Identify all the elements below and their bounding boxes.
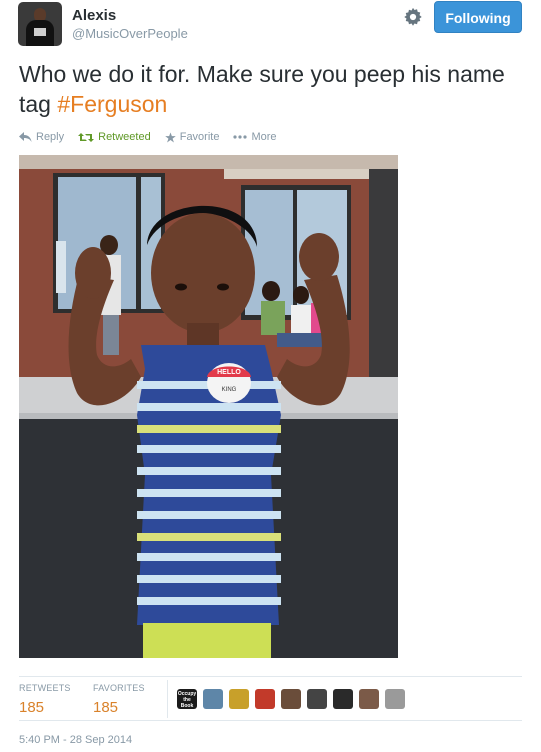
stats-separator	[167, 680, 168, 718]
retweeter-avatar[interactable]	[281, 689, 301, 709]
retweeter-avatars: Occupy the Book	[177, 689, 411, 709]
retweeter-avatar[interactable]	[385, 689, 405, 709]
gear-icon[interactable]	[402, 6, 424, 28]
retweets-label: RETWEETS	[19, 683, 71, 693]
divider-top	[19, 676, 522, 677]
retweet-icon	[78, 132, 95, 142]
star-icon	[164, 131, 176, 143]
retweeter-avatar[interactable]	[229, 689, 249, 709]
user-name[interactable]: Alexis	[72, 7, 116, 24]
retweeter-avatar[interactable]	[333, 689, 353, 709]
retweeter-avatar[interactable]: Occupy the Book	[177, 689, 197, 709]
retweeter-avatar[interactable]	[255, 689, 275, 709]
name-tag-hello: HELLO	[217, 369, 241, 376]
avatar[interactable]	[18, 2, 62, 46]
tweet-timestamp[interactable]: 5:40 PM - 28 Sep 2014	[19, 734, 132, 746]
favorite-action[interactable]: Favorite	[164, 131, 220, 143]
tweet-photo[interactable]: HELLO KING	[19, 155, 398, 658]
retweets-stat[interactable]: RETWEETS 185	[19, 683, 71, 716]
favorites-count: 185	[93, 699, 119, 716]
retweeter-avatar[interactable]	[203, 689, 223, 709]
favorites-stat[interactable]: FAVORITES 185	[93, 683, 145, 716]
favorite-label: Favorite	[179, 131, 220, 143]
retweets-count: 185	[19, 699, 45, 716]
following-button[interactable]: Following	[434, 1, 522, 33]
favorites-label: FAVORITES	[93, 683, 145, 693]
more-label: More	[251, 131, 277, 143]
hashtag-link[interactable]: #Ferguson	[57, 91, 167, 117]
more-dots-icon	[233, 135, 248, 139]
user-handle[interactable]: @MusicOverPeople	[72, 26, 188, 41]
reply-label: Reply	[36, 131, 65, 143]
more-action[interactable]: More	[233, 131, 277, 143]
retweeted-label: Retweeted	[98, 131, 151, 143]
avatar-shirt-print	[34, 28, 46, 36]
divider-bottom	[19, 720, 522, 721]
reply-icon	[19, 131, 32, 142]
tweet-text: Who we do it for. Make sure you peep his…	[19, 59, 519, 119]
retweeter-avatar[interactable]	[359, 689, 379, 709]
reply-action[interactable]: Reply	[19, 131, 64, 143]
tweet-actions: Reply Retweeted Favorite More	[19, 131, 291, 143]
retweeted-action[interactable]: Retweeted	[78, 131, 151, 143]
name-tag-name: KING	[222, 387, 237, 393]
retweeter-avatar[interactable]	[307, 689, 327, 709]
